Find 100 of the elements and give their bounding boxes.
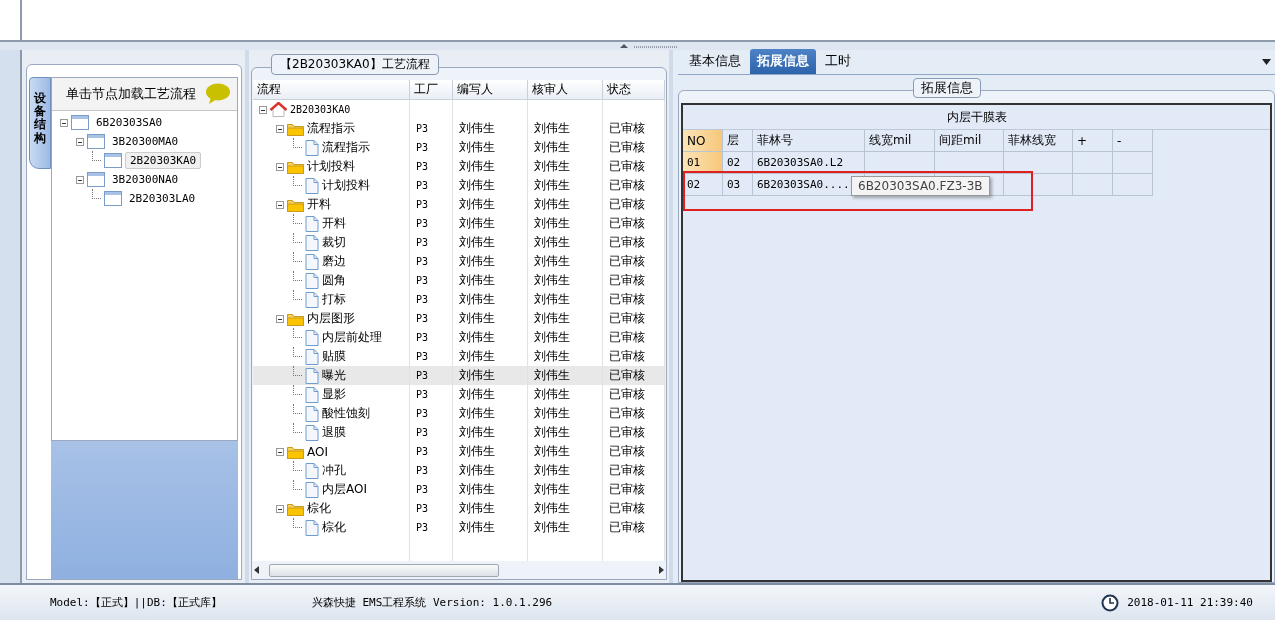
table-row[interactable]: 开料 P3 刘伟生 刘伟生 已审核	[253, 195, 665, 214]
table-row[interactable]: 流程指示 P3 刘伟生 刘伟生 已审核	[253, 119, 665, 138]
row-number-cell[interactable]: 02	[683, 174, 723, 196]
panel-header: 单击节点加载工艺流程	[66, 85, 196, 103]
table-row[interactable]: 裁切 P3 刘伟生 刘伟生 已审核	[253, 233, 665, 252]
table-row[interactable]: 棕化 P3 刘伟生 刘伟生 已审核	[253, 518, 665, 537]
table-cell: P3	[416, 313, 429, 324]
scroll-right-icon[interactable]	[657, 565, 665, 575]
scroll-left-icon[interactable]	[253, 565, 261, 575]
collapse-toggle[interactable]	[276, 314, 284, 323]
row-number-cell[interactable]: 01	[683, 152, 723, 174]
table-cell: 刘伟生	[534, 139, 570, 156]
collapse-toggle[interactable]	[76, 175, 84, 184]
table-row[interactable]: AOI P3 刘伟生 刘伟生 已审核	[253, 442, 665, 461]
horizontal-scrollbar[interactable]	[253, 563, 665, 577]
tab[interactable]: 基本信息	[682, 49, 748, 74]
vertical-tab[interactable]: 设备结构	[29, 77, 51, 169]
empty-cell[interactable]	[1073, 174, 1113, 196]
collapse-toggle[interactable]	[276, 200, 284, 209]
collapse-toggle[interactable]	[276, 447, 284, 456]
collapse-toggle[interactable]	[60, 118, 68, 127]
table-row[interactable]: 开料 P3 刘伟生 刘伟生 已审核	[253, 214, 665, 233]
table-cell: 已审核	[609, 386, 645, 403]
column-header[interactable]: +	[1073, 130, 1113, 152]
column-header[interactable]: 核审人	[528, 80, 603, 99]
table-row[interactable]: 流程指示 P3 刘伟生 刘伟生 已审核	[253, 138, 665, 157]
tab[interactable]: 工时	[818, 49, 858, 74]
document-icon	[305, 405, 319, 422]
table-row[interactable]: 计划投料 P3 刘伟生 刘伟生 已审核	[253, 176, 665, 195]
table-row[interactable]: 打标 P3 刘伟生 刘伟生 已审核	[253, 290, 665, 309]
table-row[interactable]: 冲孔 P3 刘伟生 刘伟生 已审核	[253, 461, 665, 480]
speech-bubble-icon	[205, 83, 231, 105]
tree-item[interactable]: 6B20303SA0	[92, 115, 167, 130]
empty-cell[interactable]	[1113, 174, 1153, 196]
dropdown-arrow-icon[interactable]	[1262, 59, 1271, 65]
tree-item[interactable]: 2B20303LA0	[125, 191, 200, 206]
empty-cell[interactable]	[935, 152, 1004, 174]
empty-cell[interactable]	[1073, 152, 1113, 174]
table-row[interactable]: 计划投料 P3 刘伟生 刘伟生 已审核	[253, 157, 665, 176]
table-cell: 03	[723, 174, 753, 196]
empty-cell[interactable]	[1004, 152, 1073, 174]
empty-cell[interactable]	[865, 152, 935, 174]
column-header[interactable]: -	[1113, 130, 1153, 152]
empty-cell[interactable]	[1113, 152, 1153, 174]
table-cell: 刘伟生	[459, 329, 495, 346]
table-row[interactable]: 磨边 P3 刘伟生 刘伟生 已审核	[253, 252, 665, 271]
tree-label: 贴膜	[322, 348, 346, 365]
tree-label: 内层前处理	[322, 329, 382, 346]
table-cell: 02	[723, 152, 753, 174]
table-row[interactable]: 2B20303KA0	[253, 100, 665, 119]
tree-label: 酸性蚀刻	[322, 405, 370, 422]
column-header[interactable]: 间距mil	[935, 130, 1004, 152]
table-row[interactable]: 退膜 P3 刘伟生 刘伟生 已审核	[253, 423, 665, 442]
folder-icon	[287, 501, 304, 516]
table-cell: 已审核	[609, 120, 645, 137]
column-header[interactable]: 线宽mil	[865, 130, 935, 152]
table-row[interactable]: 酸性蚀刻 P3 刘伟生 刘伟生 已审核	[253, 404, 665, 423]
collapse-toggle[interactable]	[276, 504, 284, 513]
table-cell: P3	[416, 484, 429, 495]
table-row[interactable]: 内层图形 P3 刘伟生 刘伟生 已审核	[253, 309, 665, 328]
tree-label: 冲孔	[322, 462, 346, 479]
tree-item[interactable]: 3B20300NA0	[108, 172, 183, 187]
tab[interactable]: 拓展信息	[750, 49, 816, 74]
table-cell: 刘伟生	[459, 500, 495, 517]
column-header[interactable]: 工厂	[410, 80, 453, 99]
collapse-toggle[interactable]	[76, 137, 84, 146]
table-row[interactable]: 显影 P3 刘伟生 刘伟生 已审核	[253, 385, 665, 404]
column-header[interactable]: 层	[723, 130, 753, 152]
column-header[interactable]: NO	[683, 130, 723, 152]
table-row[interactable]: 内层前处理 P3 刘伟生 刘伟生 已审核	[253, 328, 665, 347]
tree-item[interactable]: 3B20300MA0	[108, 134, 183, 149]
column-header[interactable]: 菲林线宽	[1004, 130, 1073, 152]
table-row[interactable]: 棕化 P3 刘伟生 刘伟生 已审核	[253, 499, 665, 518]
table-cell: 刘伟生	[459, 215, 495, 232]
folder-icon	[287, 159, 304, 174]
collapse-toggle[interactable]	[276, 162, 284, 171]
empty-cell[interactable]	[1004, 174, 1073, 196]
table-cell: 刘伟生	[534, 500, 570, 517]
table-cell: 刘伟生	[459, 481, 495, 498]
collapse-toggle[interactable]	[276, 124, 284, 133]
tree-label: 裁切	[322, 234, 346, 251]
column-header[interactable]: 流程	[253, 80, 410, 99]
table-row[interactable]: 曝光 P3 刘伟生 刘伟生 已审核	[253, 366, 665, 385]
table-row[interactable]: 内层AOI P3 刘伟生 刘伟生 已审核	[253, 480, 665, 499]
table-cell: P3	[416, 522, 429, 533]
column-header[interactable]: 菲林号	[753, 130, 865, 152]
column-header[interactable]: 状态	[603, 80, 665, 99]
table-cell: 刘伟生	[534, 386, 570, 403]
tree-label: 内层图形	[307, 310, 355, 327]
document-icon	[305, 481, 319, 498]
table-cell: 刘伟生	[459, 462, 495, 479]
table-cell: P3	[416, 408, 429, 419]
column-header[interactable]: 编写人	[453, 80, 528, 99]
table-cell: 刘伟生	[459, 310, 495, 327]
tree-label: 显影	[322, 386, 346, 403]
tree-item[interactable]: 2B20303KA0	[125, 152, 202, 169]
table-cell: 刘伟生	[459, 272, 495, 289]
table-row[interactable]: 圆角 P3 刘伟生 刘伟生 已审核	[253, 271, 665, 290]
collapse-toggle[interactable]	[259, 105, 267, 114]
status-text: Model:【正式】||DB:【正式库】	[50, 595, 222, 610]
